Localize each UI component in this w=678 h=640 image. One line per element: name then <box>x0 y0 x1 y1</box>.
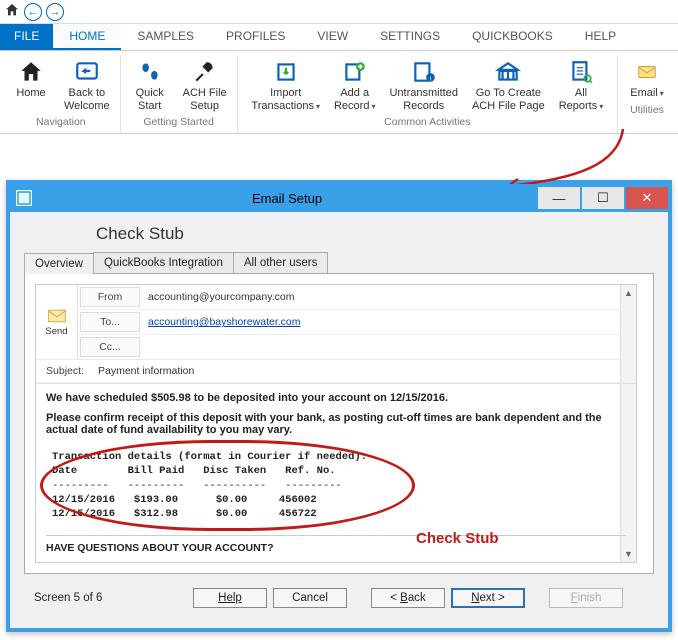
finish-button: Finish <box>549 588 623 608</box>
file-tab[interactable]: FILE <box>0 24 53 50</box>
titlebar: Email Setup — ☐ ✕ <box>10 184 668 212</box>
overview-panel: ▲▼ Send Fromaccounting@yourcompany.com T… <box>24 274 654 574</box>
check-stub-callout: Check Stub <box>416 530 499 547</box>
stub-row-2: 12/15/2016 $312.98 $0.00 456722 <box>52 508 317 520</box>
group-label-utilities: Utilities <box>624 102 670 119</box>
add-record-button[interactable]: Add a Record <box>330 57 379 114</box>
ach-setup-label: ACH File Setup <box>183 87 227 112</box>
ribbon-group-navigation: Home Back to Welcome Navigation <box>2 55 121 133</box>
ach-file-setup-button[interactable]: ACH File Setup <box>179 57 231 114</box>
goto-ach-label: Go To Create ACH File Page <box>472 87 545 112</box>
tab-quickbooks[interactable]: QUICKBOOKS <box>456 24 569 50</box>
home-large-icon <box>17 59 45 85</box>
stub-sep: --------- --------- ---------- --------- <box>52 480 342 492</box>
send-label: Send <box>45 326 67 337</box>
tab-help[interactable]: HELP <box>569 24 632 50</box>
screen-counter: Screen 5 of 6 <box>34 592 164 604</box>
page-heading: Check Stub <box>96 224 654 244</box>
back-to-welcome-button[interactable]: Back to Welcome <box>60 57 114 114</box>
transaction-details-block: Transaction details (format in Courier i… <box>46 444 413 527</box>
group-label-navigation: Navigation <box>8 114 114 131</box>
wizard-nav-bar: Screen 5 of 6 Help Cancel < Back Next > … <box>24 574 654 616</box>
tab-all-other-users[interactable]: All other users <box>233 252 329 273</box>
records-info-icon: i <box>410 59 438 85</box>
questions-line: HAVE QUESTIONS ABOUT YOUR ACCOUNT? <box>46 542 626 554</box>
cc-label[interactable]: Cc... <box>80 337 140 357</box>
ribbon-group-common: Import Transactions Add a Record i Untra… <box>238 55 618 133</box>
email-utility-button[interactable]: Email <box>624 57 670 102</box>
annotation-arrow-zone <box>0 134 678 174</box>
tab-overview[interactable]: Overview <box>24 253 94 274</box>
forward-icon[interactable]: → <box>46 3 64 21</box>
untransmitted-records-button[interactable]: i Untransmitted Records <box>385 57 461 114</box>
stub-columns: Date Bill Paid Disc Taken Ref. No. <box>52 465 336 477</box>
close-button[interactable]: ✕ <box>626 187 668 209</box>
tab-quickbooks-integration[interactable]: QuickBooks Integration <box>93 252 234 273</box>
add-record-icon <box>341 59 369 85</box>
ribbon-group-utilities: Email Utilities <box>618 55 676 133</box>
svg-text:i: i <box>429 76 430 83</box>
to-label[interactable]: To... <box>80 312 140 332</box>
window-icon <box>16 190 32 206</box>
all-reports-label: All Reports <box>559 87 604 112</box>
subject-value: Payment information <box>94 362 636 380</box>
send-button[interactable]: Send <box>36 285 78 359</box>
envelope-icon <box>633 59 661 85</box>
next-button[interactable]: Next > <box>451 588 525 608</box>
untransmitted-label: Untransmitted Records <box>389 87 457 112</box>
ribbon-body: Home Back to Welcome Navigation Quick St… <box>0 51 678 134</box>
content-tabs: Overview QuickBooks Integration All othe… <box>24 252 654 274</box>
import-icon <box>272 59 300 85</box>
add-record-label: Add a Record <box>334 87 375 112</box>
goto-create-ach-button[interactable]: Go To Create ACH File Page <box>468 57 549 114</box>
cc-value <box>144 344 636 350</box>
minimize-button[interactable]: — <box>538 187 580 209</box>
browser-nav-bar: ← → <box>0 0 678 24</box>
all-reports-button[interactable]: All Reports <box>555 57 608 114</box>
home-icon[interactable] <box>4 2 20 21</box>
stub-row-1: 12/15/2016 $193.00 $0.00 456002 <box>52 494 317 506</box>
quick-start-label: Quick Start <box>136 87 164 112</box>
import-label: Import Transactions <box>251 87 320 112</box>
subject-label: Subject: <box>38 362 90 380</box>
footsteps-icon <box>136 59 164 85</box>
quick-start-button[interactable]: Quick Start <box>127 57 173 114</box>
reports-icon <box>567 59 595 85</box>
back-label: Back to Welcome <box>64 87 110 112</box>
tab-home[interactable]: HOME <box>53 24 121 50</box>
window-body: Check Stub Overview QuickBooks Integrati… <box>10 212 668 628</box>
tab-settings[interactable]: SETTINGS <box>364 24 456 50</box>
stub-header: Transaction details (format in Courier i… <box>52 451 367 463</box>
tools-icon <box>191 59 219 85</box>
group-label-getting-started: Getting Started <box>127 114 231 131</box>
back-button[interactable]: < Back <box>371 588 445 608</box>
home-label: Home <box>16 87 45 100</box>
window-title: Email Setup <box>38 191 536 206</box>
body-line-2: Please confirm receipt of this deposit w… <box>46 412 626 436</box>
ribbon-group-getting-started: Quick Start ACH File Setup Getting Start… <box>121 55 238 133</box>
email-body: We have scheduled $505.98 to be deposite… <box>36 383 636 562</box>
to-value: accounting@bayshorewater.com <box>144 313 636 331</box>
from-value: accounting@yourcompany.com <box>144 288 636 306</box>
back-arrow-icon <box>73 59 101 85</box>
from-label[interactable]: From <box>80 287 140 307</box>
email-preview: ▲▼ Send Fromaccounting@yourcompany.com T… <box>35 284 637 563</box>
bank-icon <box>494 59 522 85</box>
body-line-1: We have scheduled $505.98 to be deposite… <box>46 392 626 404</box>
home-button[interactable]: Home <box>8 57 54 114</box>
tab-profiles[interactable]: PROFILES <box>210 24 301 50</box>
help-button[interactable]: Help <box>193 588 267 608</box>
email-label: Email <box>630 87 664 100</box>
import-transactions-button[interactable]: Import Transactions <box>247 57 324 114</box>
cancel-button[interactable]: Cancel <box>273 588 347 608</box>
ribbon-tabs: FILE HOME SAMPLES PROFILES VIEW SETTINGS… <box>0 24 678 51</box>
tab-samples[interactable]: SAMPLES <box>121 24 210 50</box>
send-envelope-icon <box>47 308 67 324</box>
maximize-button[interactable]: ☐ <box>582 187 624 209</box>
back-icon[interactable]: ← <box>24 3 42 21</box>
tab-view[interactable]: VIEW <box>301 24 364 50</box>
email-setup-window: Email Setup — ☐ ✕ Check Stub Overview Qu… <box>6 180 672 632</box>
